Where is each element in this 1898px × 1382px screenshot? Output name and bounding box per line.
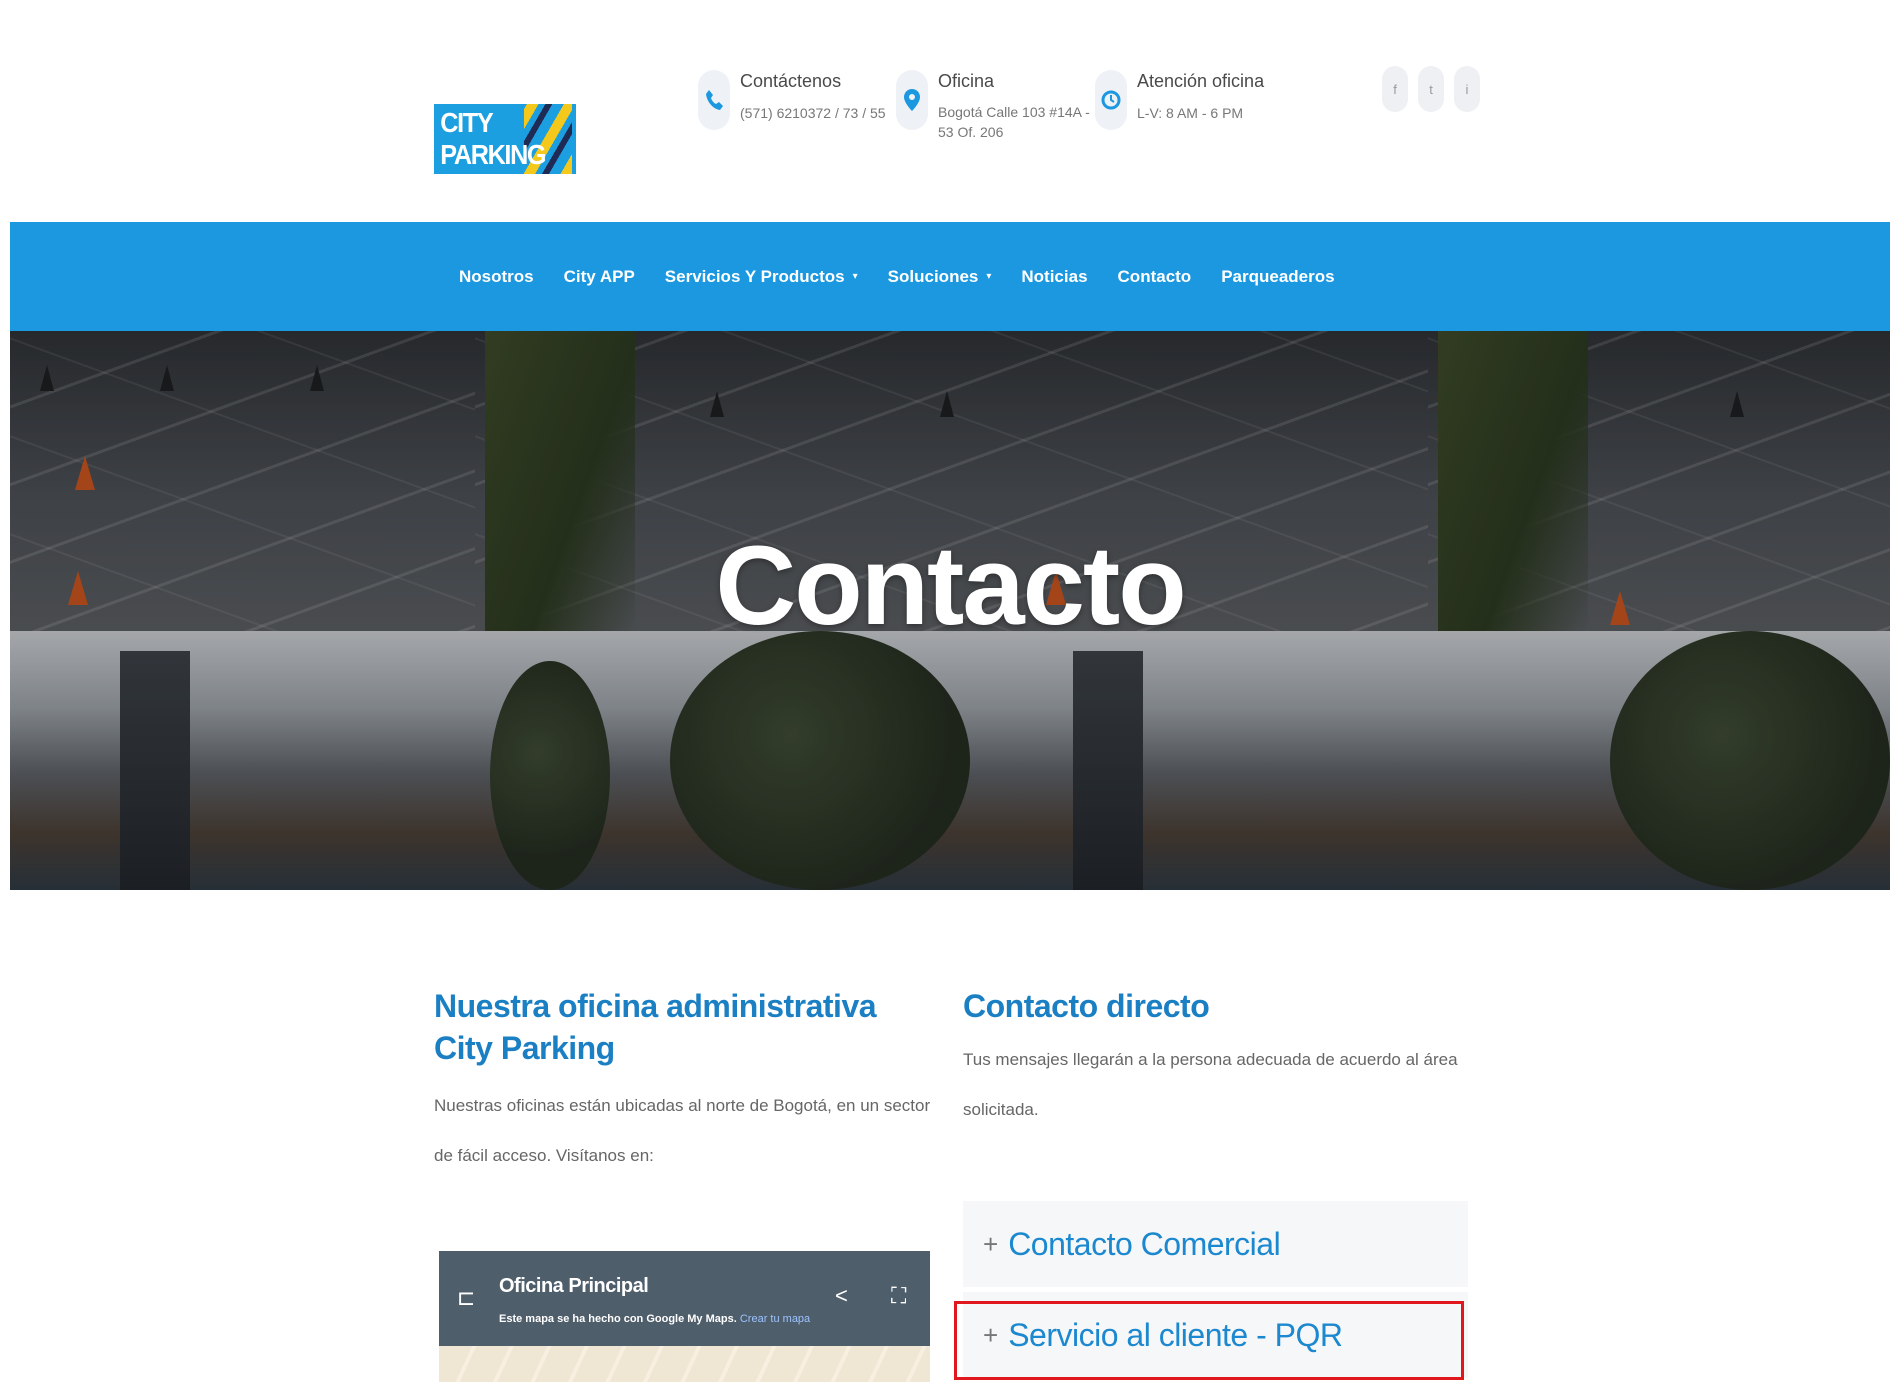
accordion-contacto-comercial[interactable]: + Contacto Comercial — [963, 1201, 1468, 1287]
map-title: Oficina Principal — [499, 1275, 649, 1297]
nav-item-parqueaderos[interactable]: Parqueaderos — [1221, 267, 1334, 287]
plus-icon: + — [983, 1228, 999, 1259]
google-map-embed[interactable]: ⊏ Oficina Principal Este mapa se ha hech… — [439, 1251, 930, 1382]
direct-contact-description: Tus mensajes llegarán a la persona adecu… — [963, 1050, 1458, 1119]
office-address-line1: Bogotá Calle 103 #14A - — [938, 104, 1090, 120]
hero-banner: Contacto — [10, 331, 1890, 890]
clock-icon — [1095, 70, 1127, 130]
share-icon[interactable]: < — [835, 1283, 848, 1309]
nav-item-servicios[interactable]: Servicios Y Productos ▾ — [665, 267, 858, 287]
map-header: ⊏ Oficina Principal Este mapa se ha hech… — [439, 1251, 930, 1346]
main-navbar: Nosotros City APP Servicios Y Productos ▾… — [10, 222, 1890, 331]
instagram-icon[interactable]: i — [1454, 66, 1480, 112]
fullscreen-icon[interactable]: ⛶ — [891, 1283, 906, 1309]
nav-item-nosotros[interactable]: Nosotros — [459, 267, 534, 287]
pqr-highlight — [954, 1301, 1464, 1380]
hours-title: Atención oficina — [1137, 71, 1265, 91]
hero-title: Contacto — [715, 523, 1186, 648]
header-office: Oficina Bogotá Calle 103 #14A - 53 Of. 2… — [896, 68, 1090, 142]
contact-title: Contáctenos — [740, 71, 842, 91]
twitter-icon[interactable]: t — [1418, 66, 1444, 112]
phone-icon — [698, 70, 730, 130]
header-contact: Contáctenos (571) 6210372 / 73 / 55 — [698, 68, 886, 130]
accordion-label: Contacto Comercial — [1008, 1225, 1281, 1262]
nav-item-noticias[interactable]: Noticias — [1021, 267, 1087, 287]
office-address-line2: 53 Of. 206 — [938, 124, 1004, 140]
direct-contact-heading: Contacto directo — [963, 988, 1210, 1024]
main-nav: Nosotros City APP Servicios Y Productos ▾… — [459, 222, 1365, 331]
contact-phone: (571) 6210372 / 73 / 55 — [740, 105, 886, 121]
sidebar-toggle-icon[interactable]: ⊏ — [457, 1285, 475, 1311]
facebook-icon[interactable]: f — [1382, 66, 1408, 112]
office-section: Nuestra oficina administrativa City Park… — [434, 985, 934, 1181]
chevron-down-icon: ▾ — [986, 271, 992, 282]
direct-contact-section: Contacto directo Tus mensajes llegarán a… — [963, 985, 1468, 1135]
office-description: Nuestras oficinas están ubicadas al nort… — [434, 1096, 931, 1165]
nav-item-soluciones[interactable]: Soluciones ▾ — [888, 267, 992, 287]
social-links: f t i — [1382, 66, 1480, 112]
location-pin-icon — [896, 70, 928, 130]
chevron-down-icon: ▾ — [852, 271, 858, 282]
city-parking-logo[interactable]: CITY PARKING — [434, 104, 576, 174]
map-note: Este mapa se ha hecho con Google My Maps… — [499, 1313, 811, 1325]
nav-item-city-app[interactable]: City APP — [564, 267, 635, 287]
header-hours: Atención oficina L-V: 8 AM - 6 PM — [1095, 68, 1264, 130]
office-title: Oficina — [938, 71, 995, 91]
nav-item-contacto[interactable]: Contacto — [1118, 267, 1192, 287]
create-map-link[interactable]: Crear tu mapa — [740, 1313, 810, 1325]
logo-text: CITY PARKING — [440, 107, 546, 170]
map-streets — [439, 1346, 930, 1382]
hours-value: L-V: 8 AM - 6 PM — [1137, 105, 1244, 121]
office-heading: Nuestra oficina administrativa City Park… — [434, 988, 877, 1066]
